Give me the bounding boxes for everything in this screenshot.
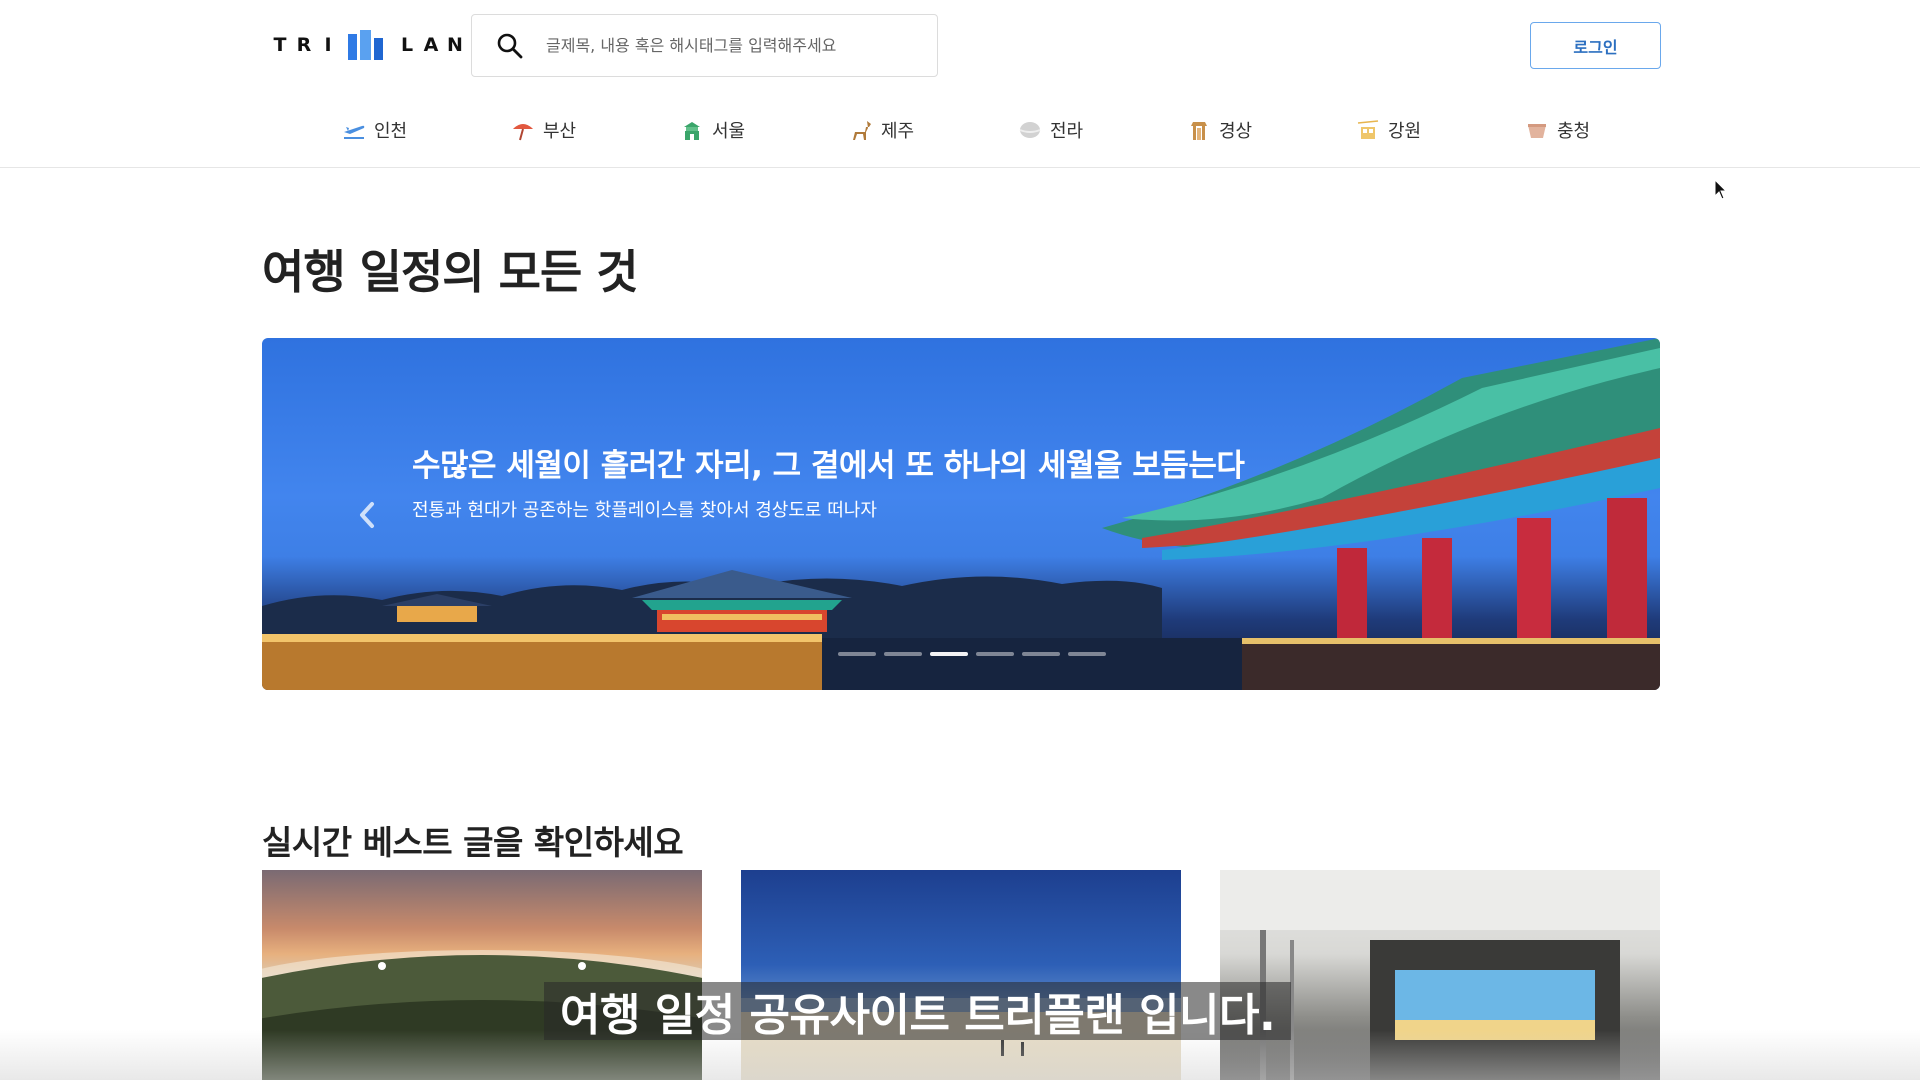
- horse-icon: [852, 121, 871, 140]
- logo-letter: N: [447, 34, 463, 56]
- nav-item-label: 강원: [1387, 121, 1422, 142]
- nav-item-jeolla[interactable]: 전라: [966, 112, 1135, 148]
- slide-dot[interactable]: [976, 652, 1014, 656]
- logo-letter: T: [273, 34, 287, 56]
- hero-banner[interactable]: 수많은 세월이 흘러간 자리, 그 곁에서 또 하나의 세월을 보듬는다 전통과…: [262, 338, 1660, 690]
- nav-item-busan[interactable]: 부산: [459, 112, 628, 148]
- logo-letter: I: [324, 34, 332, 56]
- slide-indicator: [838, 652, 1106, 656]
- site-header: T R I L A N 로그인 인천 부산: [0, 0, 1920, 168]
- logo-letter: R: [296, 34, 312, 56]
- mouse-cursor-icon: [1714, 179, 1728, 200]
- bowl-icon: [1527, 124, 1546, 138]
- nav-item-label: 서울: [711, 121, 746, 142]
- region-nav: 인천 부산 서울 제주 전라 경상 강원 충청: [290, 112, 1670, 148]
- video-caption: 여행 일정 공유사이트 트리플랜 입니다.: [544, 982, 1292, 1041]
- banner-subtitle: 전통과 현대가 공존하는 핫플레이스를 찾아서 경상도로 떠나자: [412, 500, 877, 521]
- parasol-icon: [512, 124, 533, 141]
- nav-item-chungcheong[interactable]: 충청: [1473, 112, 1642, 148]
- nav-item-seoul[interactable]: 서울: [628, 112, 797, 148]
- search-icon[interactable]: [496, 32, 524, 60]
- slide-dot[interactable]: [884, 652, 922, 656]
- slide-dot[interactable]: [838, 652, 876, 656]
- site-logo[interactable]: T R I L A N: [268, 30, 467, 60]
- slide-dot[interactable]: [1022, 652, 1060, 656]
- slide-dot[interactable]: [1068, 652, 1106, 656]
- nav-item-label: 인천: [373, 121, 408, 142]
- nav-item-jeju[interactable]: 제주: [797, 112, 966, 148]
- nav-item-label: 부산: [542, 121, 577, 142]
- nav-item-incheon[interactable]: 인천: [290, 112, 459, 148]
- nav-item-label: 제주: [880, 121, 915, 142]
- nav-item-gangwon[interactable]: 강원: [1304, 112, 1473, 148]
- page-title: 여행 일정의 모든 것: [262, 245, 639, 299]
- search-input[interactable]: [546, 36, 876, 55]
- banner-title: 수많은 세월이 흘러간 자리, 그 곁에서 또 하나의 세월을 보듬는다: [412, 448, 1245, 484]
- airplane-icon: [343, 125, 365, 139]
- logo-letter: A: [423, 34, 439, 56]
- bibimbap-icon: [1019, 122, 1041, 138]
- nav-item-label: 충청: [1556, 121, 1591, 142]
- login-button[interactable]: 로그인: [1530, 22, 1661, 69]
- chevron-left-icon[interactable]: [354, 498, 380, 532]
- pagoda-icon: [1190, 122, 1207, 140]
- palace-gate-icon: [683, 122, 700, 140]
- nav-item-label: 전라: [1049, 121, 1084, 142]
- slide-dot[interactable]: [930, 652, 968, 656]
- best-posts-heading: 실시간 베스트 글을 확인하세요: [262, 823, 684, 862]
- logo-mark-icon: [348, 30, 383, 60]
- logo-letter: L: [400, 34, 414, 56]
- cable-car-icon: [1357, 120, 1379, 139]
- nav-item-label: 경상: [1218, 121, 1253, 142]
- nav-item-gyeongsang[interactable]: 경상: [1135, 112, 1304, 148]
- search-box[interactable]: [471, 14, 938, 77]
